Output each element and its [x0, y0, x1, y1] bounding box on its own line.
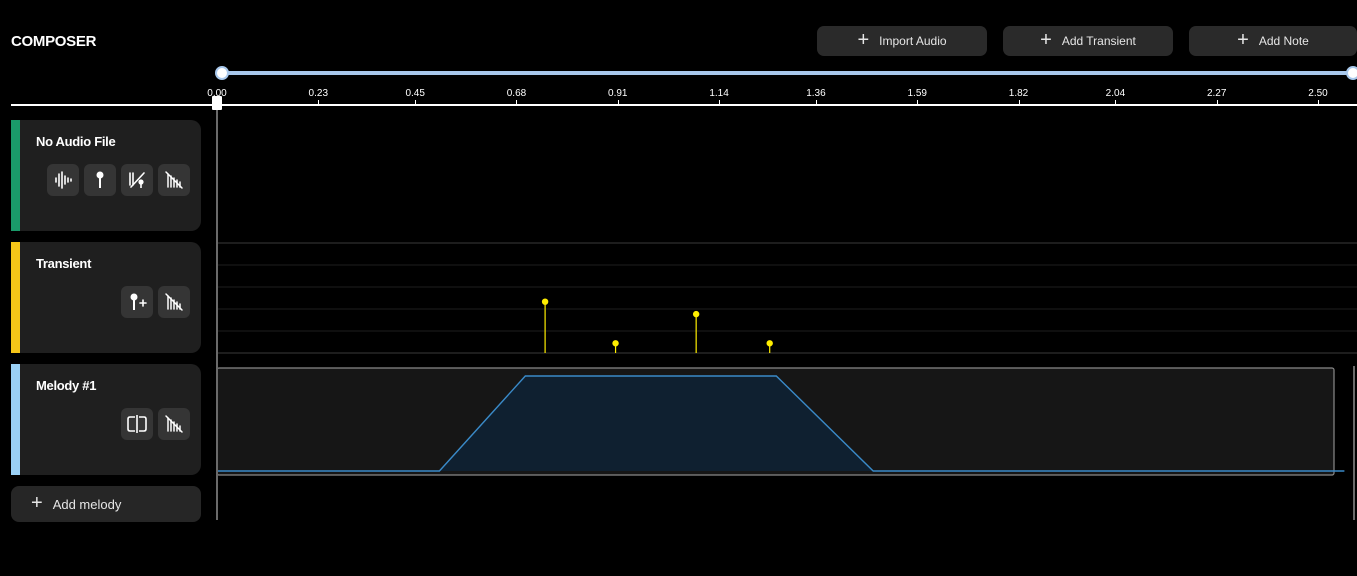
playhead-line: [216, 108, 218, 520]
track-name: No Audio File: [36, 134, 116, 149]
disable-haptic-button[interactable]: [158, 286, 190, 318]
composer-app: COMPOSER + Import Audio + Add Transient …: [0, 0, 1357, 576]
disable-haptic-icon: [165, 171, 183, 189]
disable-haptic-icon: [165, 293, 183, 311]
track-color-bar: [11, 120, 20, 231]
transient-detect-button[interactable]: [121, 164, 153, 196]
track-color-bar: [11, 364, 20, 475]
transient-lane-grid: [217, 242, 1357, 354]
track-panel-melody: Melody #1: [11, 364, 201, 475]
pin-icon: [96, 171, 104, 188]
track-panel-transient: Transient: [11, 242, 201, 353]
track-name: Transient: [36, 256, 92, 271]
melody-lane: [216, 366, 1355, 520]
disable-haptic-icon: [165, 415, 183, 433]
timeline-lanes: [216, 242, 1357, 520]
add-melody-label: Add melody: [52, 496, 122, 512]
add-pin-icon: [130, 293, 147, 310]
plus-icon: +: [31, 492, 43, 514]
transient-point[interactable]: [541, 298, 549, 305]
transient-point[interactable]: [766, 340, 773, 347]
waveform-icon: [55, 171, 72, 189]
disable-haptic-button[interactable]: [158, 408, 190, 440]
transient-point[interactable]: [612, 340, 619, 347]
split-icon: [127, 415, 147, 433]
transient-point[interactable]: [692, 310, 700, 318]
pin-button[interactable]: [84, 164, 116, 196]
disable-haptic-button[interactable]: [158, 164, 190, 196]
transient-detect-icon: [129, 172, 145, 188]
add-pin-button[interactable]: [121, 286, 153, 318]
track-color-bar: [11, 242, 20, 353]
split-button[interactable]: [121, 408, 153, 440]
add-melody-button[interactable]: + Add melody: [11, 486, 201, 522]
track-name: Melody #1: [36, 378, 97, 393]
transient-points: [541, 298, 773, 353]
playhead-handle[interactable]: [212, 96, 222, 110]
waveform-button[interactable]: [47, 164, 79, 196]
track-panel-audio: No Audio File: [11, 120, 201, 231]
